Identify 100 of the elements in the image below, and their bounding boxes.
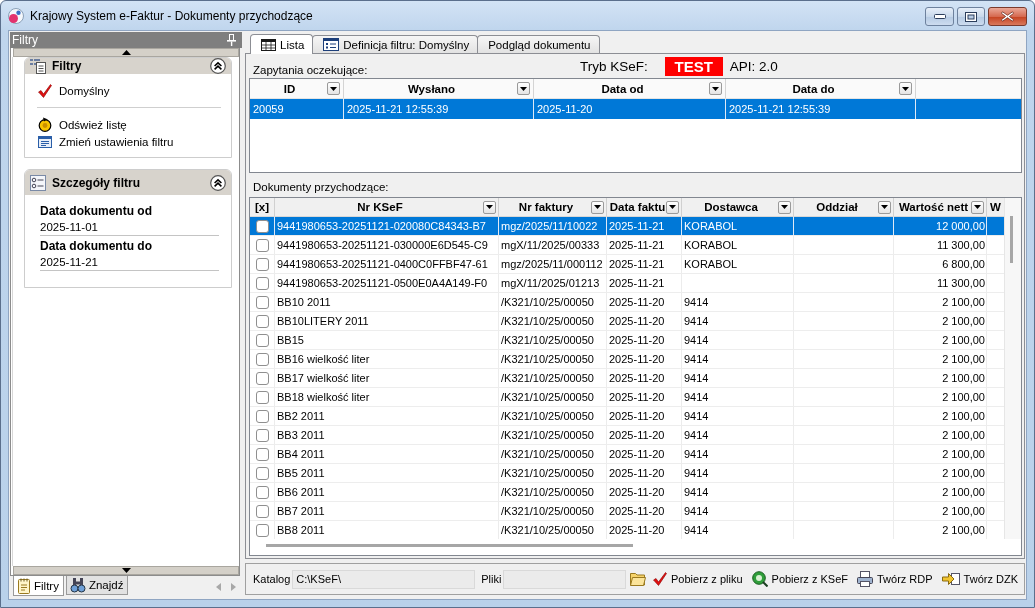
scrollbar-thumb[interactable] (1010, 216, 1013, 263)
table-cell: KORABOL (682, 255, 794, 273)
column-header[interactable]: [x] (252, 201, 272, 213)
table-cell: /K321/10/25/00050 (499, 426, 607, 444)
table-cell: 2 100,00 (894, 426, 987, 444)
triangle-right-icon[interactable] (231, 583, 236, 591)
pane-tab[interactable]: Znajdź (65, 576, 129, 595)
filter-dropdown-button[interactable] (327, 82, 340, 95)
tab[interactable]: Definicja filtru: Domyślny (312, 35, 479, 53)
action-link[interactable]: Zmień ustawienia filtru (37, 133, 174, 150)
table-cell: /K321/10/25/00050 (499, 464, 607, 482)
tab[interactable]: Lista (250, 34, 314, 54)
table-row[interactable]: 20059 2025-11-21 12:55:39 2025-11-20 2025-11-21 12:55:39 (250, 99, 1021, 119)
folder-icon[interactable] (630, 572, 646, 586)
table-row[interactable]: BB17 wielkość liter /K321/10/25/00050 2025-11-20 9414 2 100,00 (250, 369, 1004, 388)
table-row[interactable]: BB7 2011 /K321/10/25/00050 2025-11-20 9414 2 100,00 (250, 502, 1004, 521)
table-row[interactable]: 9441980653-20251121-030000E6D545-C9 mgX/11/2025/00333 2025-11-21 KORABOL 11 300,00 (250, 236, 1004, 255)
table-cell: mgX/11/2025/00333 (499, 236, 607, 254)
table-row[interactable]: BB16 wielkość liter /K321/10/25/00050 2025-11-20 9414 2 100,00 (250, 350, 1004, 369)
checkbox[interactable] (256, 219, 269, 233)
caret-down-icon (974, 205, 981, 209)
toolbar-button[interactable]: Twórz DZK (939, 568, 1020, 590)
table-row[interactable]: BB6 2011 /K321/10/25/00050 2025-11-20 9414 2 100,00 (250, 483, 1004, 502)
column-header[interactable]: Data faktu (609, 201, 666, 213)
table-cell: 9414 (682, 312, 794, 330)
table-cell: BB15 (275, 331, 499, 349)
table-cell: mgz/2025/11/10022 (499, 217, 607, 235)
column-header[interactable]: Nr faktury (501, 201, 591, 213)
table-cell: 2025-11-20 (607, 369, 682, 387)
tab[interactable]: Podgląd dokumentu (477, 35, 600, 53)
table-row[interactable]: 9441980653-20251121-020080C84343-B7 mgz/2025/11/10022 2025-11-21 KORABOL 12 000,00 (250, 217, 1004, 236)
filter-dropdown-button[interactable] (709, 82, 722, 95)
table-row[interactable]: BB10 2011 /K321/10/25/00050 2025-11-20 9414 2 100,00 (250, 293, 1004, 312)
checkbox[interactable] (256, 371, 269, 385)
checkbox[interactable] (256, 257, 269, 271)
column-header[interactable]: Wysłano (346, 82, 517, 95)
pane-tab[interactable]: Filtry (13, 576, 64, 596)
checkbox[interactable] (256, 238, 269, 252)
column-header[interactable]: Wartość nett (896, 201, 971, 213)
checkbox[interactable] (256, 523, 269, 537)
filter-dropdown-button[interactable] (878, 200, 891, 214)
column-header[interactable]: Dostawca (684, 201, 778, 213)
checkbox[interactable] (256, 504, 269, 518)
filter-dropdown-button[interactable] (899, 82, 912, 95)
column-header[interactable]: W (988, 201, 1003, 213)
checkbox[interactable] (256, 428, 269, 442)
column-header[interactable]: Oddział (796, 201, 878, 213)
filter-dropdown-button[interactable] (483, 200, 496, 214)
column-header[interactable]: ID (252, 82, 327, 95)
table-row[interactable]: BB4 2011 /K321/10/25/00050 2025-11-20 9414 2 100,00 (250, 445, 1004, 464)
triangle-left-icon[interactable] (216, 583, 221, 591)
table-row[interactable]: BB10LITERY 2011 /K321/10/25/00050 2025-11-20 9414 2 100,00 (250, 312, 1004, 331)
action-link[interactable]: Odśwież listę (37, 116, 127, 133)
double-chevron-up-icon[interactable] (210, 174, 226, 191)
filter-dropdown-button[interactable] (517, 82, 530, 95)
close-button[interactable] (988, 7, 1027, 26)
toolbar-button[interactable]: Twórz RDP (854, 568, 935, 590)
checkbox[interactable] (256, 390, 269, 404)
table-cell: 2 100,00 (894, 388, 987, 406)
checkbox[interactable] (256, 447, 269, 461)
filter-item[interactable]: Domyślny (37, 82, 110, 99)
checkbox[interactable] (256, 276, 269, 290)
checkbox[interactable] (256, 352, 269, 366)
checkbox[interactable] (256, 314, 269, 328)
table-cell: 2025-11-20 (607, 407, 682, 425)
column-header[interactable]: Nr KSeF (277, 201, 483, 213)
section-label: Zapytania oczekujące: (252, 64, 369, 78)
scrollbar-thumb[interactable] (266, 544, 633, 547)
toolbar-button[interactable]: Pobierz z KSeF (749, 568, 850, 590)
table-row[interactable]: BB15 /K321/10/25/00050 2025-11-20 9414 2 100,00 (250, 331, 1004, 350)
table-cell: 2 100,00 (894, 331, 987, 349)
checkbox[interactable] (256, 409, 269, 423)
path-field[interactable]: C:\KSeF\ (292, 569, 476, 589)
double-chevron-up-icon[interactable] (210, 58, 226, 74)
table-row[interactable]: BB18 wielkość liter /K321/10/25/00050 2025-11-20 9414 2 100,00 (250, 388, 1004, 407)
checkbox[interactable] (256, 295, 269, 309)
minimize-button[interactable] (925, 7, 954, 26)
checkbox[interactable] (256, 485, 269, 499)
filter-dropdown-button[interactable] (971, 200, 984, 214)
toolbar-button[interactable]: Pobierz z pliku (651, 568, 745, 590)
triangle-down-icon (121, 568, 131, 573)
table-cell: 2025-11-20 (607, 502, 682, 520)
table-cell: 2025-11-20 (607, 464, 682, 482)
table-row[interactable]: 9441980653-20251121-0400C0FFBF47-61 mgz/2025/11/000112 2025-11-21 KORABOL 6 800,00 (250, 255, 1004, 274)
table-cell: 9414 (682, 502, 794, 520)
table-row[interactable]: BB3 2011 /K321/10/25/00050 2025-11-20 9414 2 100,00 (250, 426, 1004, 445)
table-row[interactable]: BB2 2011 /K321/10/25/00050 2025-11-20 9414 2 100,00 (250, 407, 1004, 426)
checkbox[interactable] (256, 333, 269, 347)
field-label: Data dokumentu od (40, 203, 153, 219)
table-cell: 2025-11-21 12:55:39 (726, 99, 916, 119)
filter-dropdown-button[interactable] (778, 200, 791, 214)
table-row[interactable]: 9441980653-20251121-0500E0A4A149-F0 mgX/11/2025/01213 2025-11-21 11 300,00 (250, 274, 1004, 293)
table-row[interactable]: BB5 2011 /K321/10/25/00050 2025-11-20 9414 2 100,00 (250, 464, 1004, 483)
filter-dropdown-button[interactable] (591, 200, 604, 214)
filter-dropdown-button[interactable] (666, 200, 679, 214)
maximize-button[interactable] (957, 7, 985, 26)
pin-icon[interactable] (227, 34, 236, 46)
checkbox[interactable] (256, 466, 269, 480)
column-header[interactable]: Data od (536, 82, 709, 95)
column-header[interactable]: Data do (728, 82, 899, 95)
